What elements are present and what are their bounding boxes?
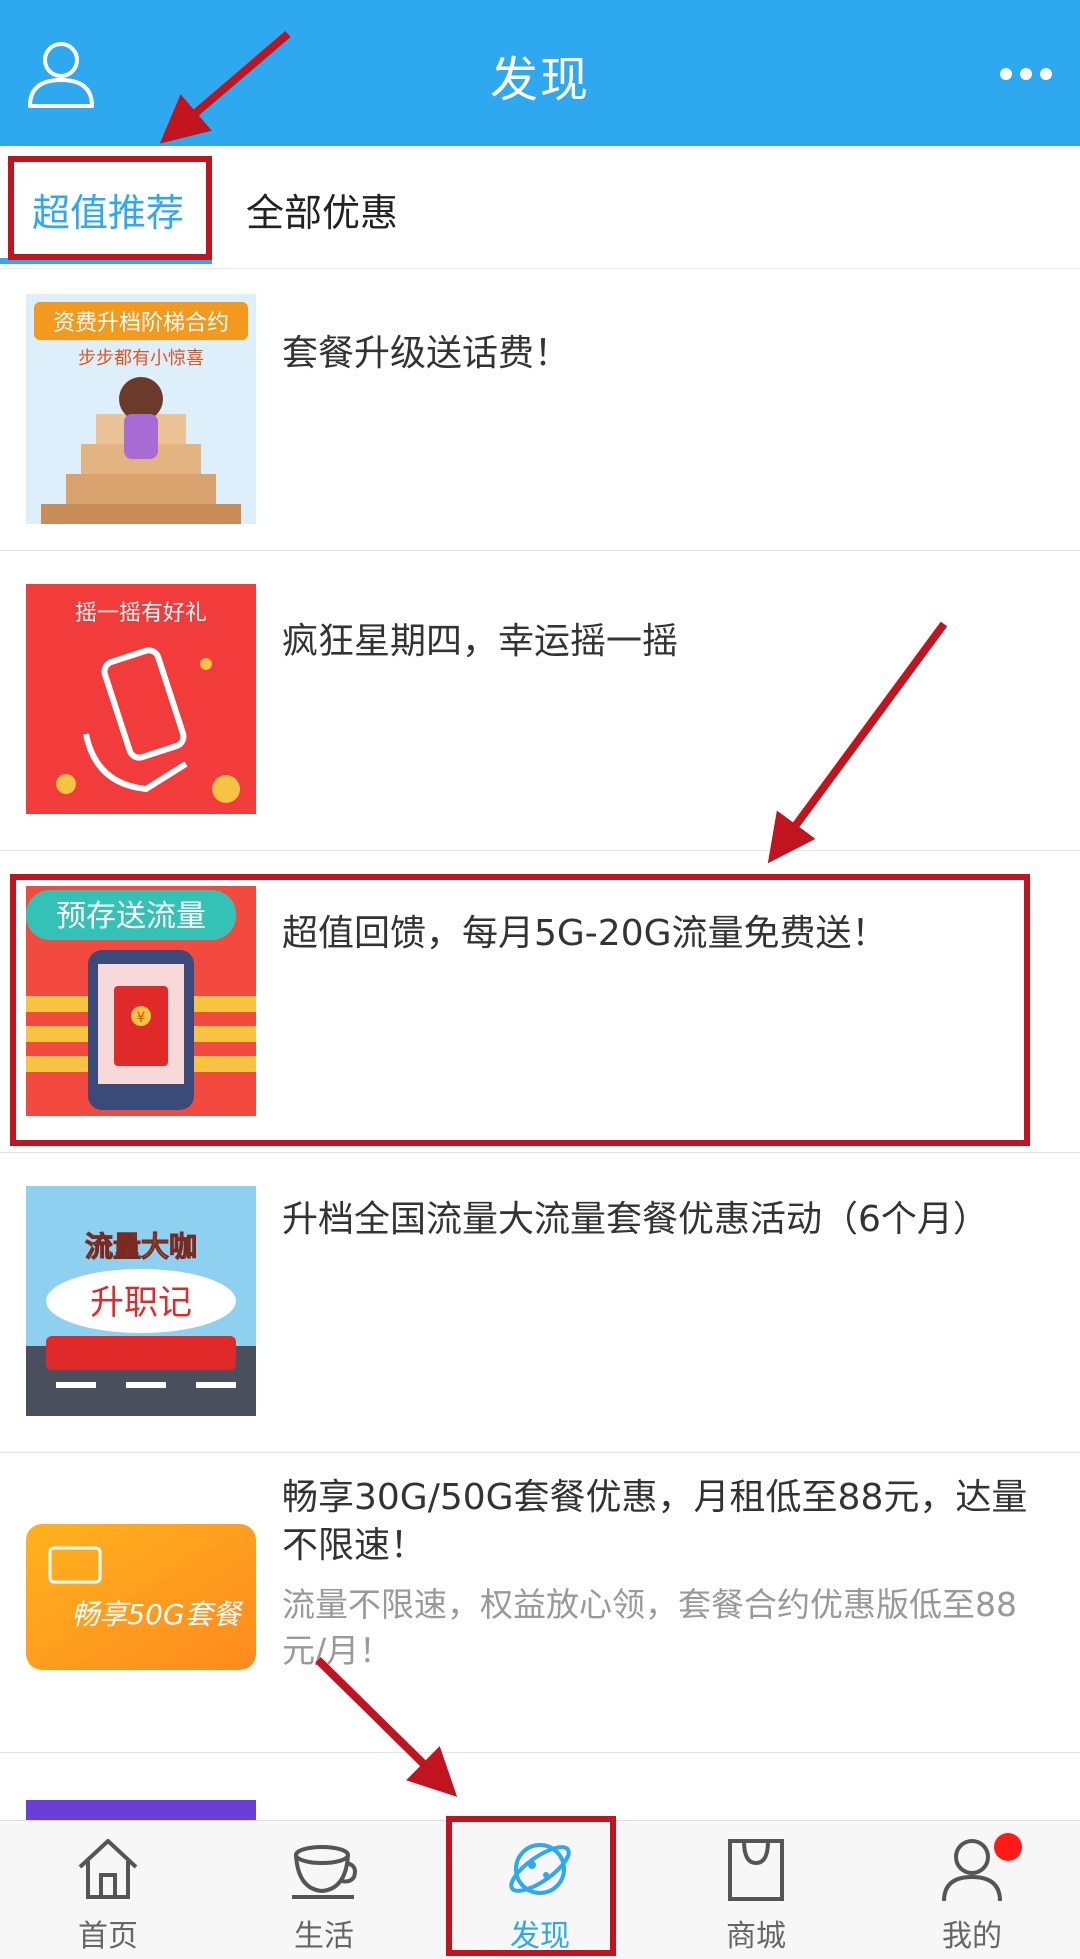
promo-title: 畅享30G/50G套餐优惠，月租低至88元，达量不限速！	[282, 1477, 1028, 1566]
coffee-cup-icon	[292, 1845, 357, 1899]
nav-mine[interactable]: 我的	[864, 1821, 1080, 1959]
thumb-text-primary: 摇一摇有好礼	[75, 601, 207, 626]
nav-life[interactable]: 生活	[216, 1821, 432, 1959]
promo-title: 升档全国流量大流量套餐优惠活动（6个月）	[282, 1199, 989, 1240]
promo-title: 疯狂星期四，幸运摇一摇	[282, 621, 679, 662]
promo-thumbnail	[26, 1800, 256, 1820]
promo-item[interactable]: 流量大咖 升职记 升档全国流量大流量套餐优惠活动（6个月）	[0, 1152, 1080, 1453]
annotation-box	[10, 874, 1030, 1146]
thumb-text-primary: 流量大咖	[85, 1230, 197, 1263]
promo-thumbnail: 摇一摇有好礼	[26, 584, 256, 814]
tab-all-offers[interactable]: 全部优惠	[246, 182, 398, 237]
page-title: 发现	[489, 52, 590, 108]
nav-label: 首页	[78, 1919, 138, 1954]
promo-thumbnail: 资费升档阶梯合约 步步都有小惊喜	[26, 294, 256, 524]
nav-label: 生活	[294, 1919, 354, 1954]
promo-item[interactable]: 摇一摇有好礼 疯狂星期四，幸运摇一摇	[0, 550, 1080, 851]
thumb-text-secondary: 升职记	[90, 1283, 192, 1323]
thumb-text-primary: 资费升档阶梯合约	[53, 311, 229, 336]
promo-item[interactable]	[0, 1752, 1080, 1820]
annotation-box	[8, 156, 212, 260]
promo-thumbnail: 畅享50G套餐	[26, 1524, 256, 1670]
promo-subtitle: 流量不限速，权益放心领，套餐合约优惠版低至88元/月！	[282, 1585, 1017, 1670]
home-icon	[78, 1839, 138, 1899]
app-header: 发现	[0, 0, 1080, 146]
shopping-bag-icon	[728, 1839, 784, 1901]
thumb-text-secondary: 步步都有小惊喜	[78, 348, 204, 369]
notification-badge	[994, 1833, 1022, 1861]
promo-item[interactable]: 资费升档阶梯合约 步步都有小惊喜 套餐升级送话费！	[0, 268, 1080, 551]
more-icon[interactable]	[996, 56, 1056, 92]
promo-title: 套餐升级送话费！	[282, 333, 571, 374]
thumb-text-primary: 畅享50G套餐	[71, 1598, 243, 1631]
nav-label: 商城	[726, 1919, 786, 1954]
promo-thumbnail: 流量大咖 升职记	[26, 1186, 256, 1416]
nav-home[interactable]: 首页	[0, 1821, 216, 1959]
annotation-box	[446, 1816, 616, 1956]
nav-label: 我的	[942, 1919, 1002, 1954]
nav-mall[interactable]: 商城	[648, 1821, 864, 1959]
promo-item[interactable]: 畅享50G套餐 畅享30G/50G套餐优惠，月租低至88元，达量不限速！ 流量不…	[0, 1452, 1080, 1753]
